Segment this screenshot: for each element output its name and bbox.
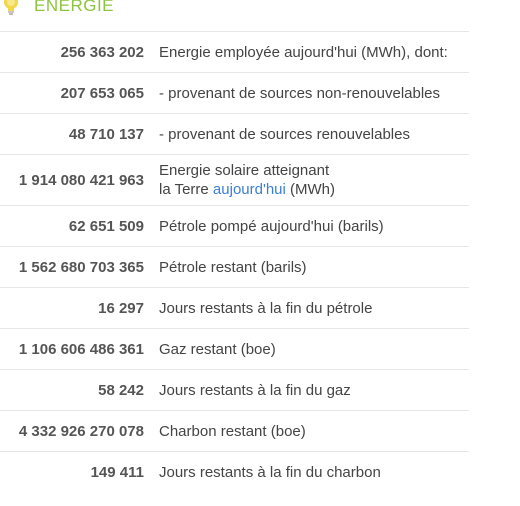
- stat-value: 16 297: [98, 299, 144, 317]
- stat-value: 58 242: [98, 381, 144, 399]
- stat-value: 256 363 202: [60, 43, 144, 61]
- stat-value: 207 653 065: [60, 84, 144, 102]
- stat-value: 149 411: [90, 463, 144, 481]
- table-row: 16 297 Jours restants à la fin du pétrol…: [0, 288, 469, 329]
- energy-panel: ÉNERGIE 256 363 202 Energie employée auj…: [0, 0, 520, 506]
- table-row: 1 106 606 486 361 Gaz restant (boe): [0, 329, 469, 370]
- table-row: 48 710 137 - provenant de sources renouv…: [0, 114, 469, 155]
- stat-value: 62 651 509: [68, 217, 144, 235]
- stat-value: 1 914 080 421 963: [18, 171, 144, 189]
- table-row: 62 651 509 Pétrole pompé aujourd'hui (ba…: [0, 206, 469, 247]
- stat-value: 1 562 680 703 365: [18, 258, 144, 276]
- stat-label: Pétrole restant (barils): [159, 258, 307, 276]
- stat-value: 48 710 137: [68, 125, 144, 143]
- stat-value: 4 332 926 270 078: [18, 422, 144, 440]
- stat-label-line2-suffix: (MWh): [290, 181, 336, 198]
- table-row: 149 411 Jours restants à la fin du charb…: [0, 452, 469, 492]
- stat-label: - provenant de sources renouvelables: [159, 125, 410, 143]
- table-row: 256 363 202 Energie employée aujourd'hui…: [0, 32, 469, 73]
- stat-label: - provenant de sources non-renouvelables: [159, 84, 441, 102]
- stat-label: Jours restants à la fin du pétrole: [159, 299, 373, 317]
- stat-label-line1: Energie solaire atteignant: [159, 162, 330, 179]
- stat-label: Energie employée aujourd'hui (MWh), dont…: [159, 43, 448, 61]
- table-row: 1 914 080 421 963 Energie solaire atteig…: [0, 155, 469, 206]
- stat-label: Charbon restant (boe): [159, 422, 306, 440]
- stat-label: Gaz restant (boe): [159, 340, 276, 358]
- lightbulb-icon: [2, 0, 20, 18]
- table-row: 207 653 065 - provenant de sources non-r…: [0, 73, 469, 114]
- stat-value: 1 106 606 486 361: [18, 340, 144, 358]
- stat-label: Jours restants à la fin du charbon: [159, 463, 381, 481]
- section-title: ÉNERGIE: [34, 0, 115, 15]
- stat-label: Pétrole pompé aujourd'hui (barils): [159, 217, 384, 235]
- stat-label: Jours restants à la fin du gaz: [159, 381, 351, 399]
- section-header: ÉNERGIE: [2, 0, 114, 18]
- table-row: 1 562 680 703 365 Pétrole restant (baril…: [0, 247, 469, 288]
- table-row: 4 332 926 270 078 Charbon restant (boe): [0, 411, 469, 452]
- stat-label-line2-prefix: la Terre: [159, 181, 209, 198]
- energy-stats-table: 256 363 202 Energie employée aujourd'hui…: [0, 31, 469, 492]
- stat-label: Energie solaire atteignant la Terre aujo…: [159, 161, 335, 199]
- today-link[interactable]: aujourd'hui: [213, 181, 286, 198]
- table-row: 58 242 Jours restants à la fin du gaz: [0, 370, 469, 411]
